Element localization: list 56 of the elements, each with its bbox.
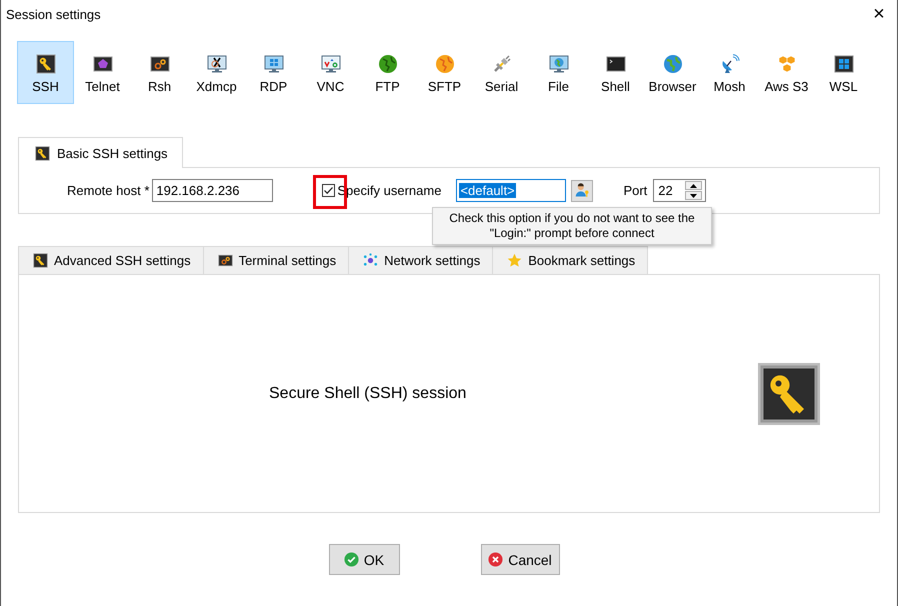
globe-icon (434, 54, 454, 74)
protocol-button[interactable]: Aws S3 (758, 41, 815, 104)
globe-icon (662, 54, 682, 74)
protocol-button[interactable]: SSH (17, 41, 74, 104)
username-field[interactable]: <default> (456, 179, 566, 202)
protocol-button[interactable]: Mosh (701, 41, 758, 104)
protocol-button[interactable]: Telnet (74, 41, 131, 104)
x-monitor-icon (206, 54, 226, 74)
cubes-icon (776, 54, 796, 74)
protocol-button[interactable]: SFTP (416, 41, 473, 104)
gears-icon (150, 54, 170, 74)
settings-tab[interactable]: Advanced SSH settings (18, 246, 203, 274)
protocol-button[interactable]: File (530, 41, 587, 104)
plug-icon (492, 54, 512, 74)
close-button[interactable]: × (869, 4, 889, 24)
ok-button[interactable]: OK (328, 544, 400, 575)
key-icon (36, 54, 56, 74)
cancel-icon (488, 552, 504, 567)
protocol-button[interactable]: WSL (815, 41, 872, 104)
session-description: Secure Shell (SSH) session (269, 384, 468, 402)
globe-monitor-icon (548, 54, 568, 74)
gears-icon (218, 253, 233, 268)
remote-host-label: Remote host * (67, 183, 150, 198)
globe-icon (378, 54, 398, 74)
check-icon (344, 552, 359, 567)
gem-icon (92, 54, 112, 74)
protocol-button[interactable]: FTP (359, 41, 416, 104)
checkbox[interactable] (322, 184, 336, 197)
window-title: Session settings (6, 6, 101, 22)
protocol-button[interactable]: Browser (644, 41, 701, 104)
network-icon (363, 253, 378, 268)
user-button[interactable] (571, 180, 594, 202)
cancel-button[interactable]: Cancel (480, 544, 560, 575)
user-key-icon (574, 182, 591, 199)
protocol-button[interactable]: VNC (302, 41, 359, 104)
settings-tab[interactable]: Network settings (348, 246, 492, 274)
key-icon (33, 253, 48, 268)
protocol-button[interactable]: Rsh (131, 41, 188, 104)
tooltip: Check this option if you do not want to see the "Login:" prompt before connect (432, 207, 712, 245)
satellite-dish-icon (720, 54, 740, 74)
monitor-icon (320, 54, 340, 74)
key-icon (35, 146, 50, 160)
settings-tab[interactable]: Terminal settings (202, 246, 348, 274)
windows-monitor-icon (264, 54, 284, 74)
windows-icon (834, 54, 854, 74)
remote-host-field[interactable]: 192.168.2.236 (152, 179, 274, 202)
protocol-button[interactable]: Shell (587, 41, 644, 104)
protocol-button[interactable]: Serial (473, 41, 530, 104)
port-label: Port (623, 183, 648, 198)
star-icon (507, 253, 522, 268)
protocol-button[interactable]: RDP (245, 41, 302, 104)
settings-tab[interactable]: Bookmark settings (492, 246, 648, 274)
key-icon (759, 364, 819, 424)
basic-settings-tab[interactable]: Basic SSH settings (18, 137, 183, 168)
protocol-button[interactable]: Xdmcp (188, 41, 245, 104)
terminal-icon (606, 54, 626, 74)
